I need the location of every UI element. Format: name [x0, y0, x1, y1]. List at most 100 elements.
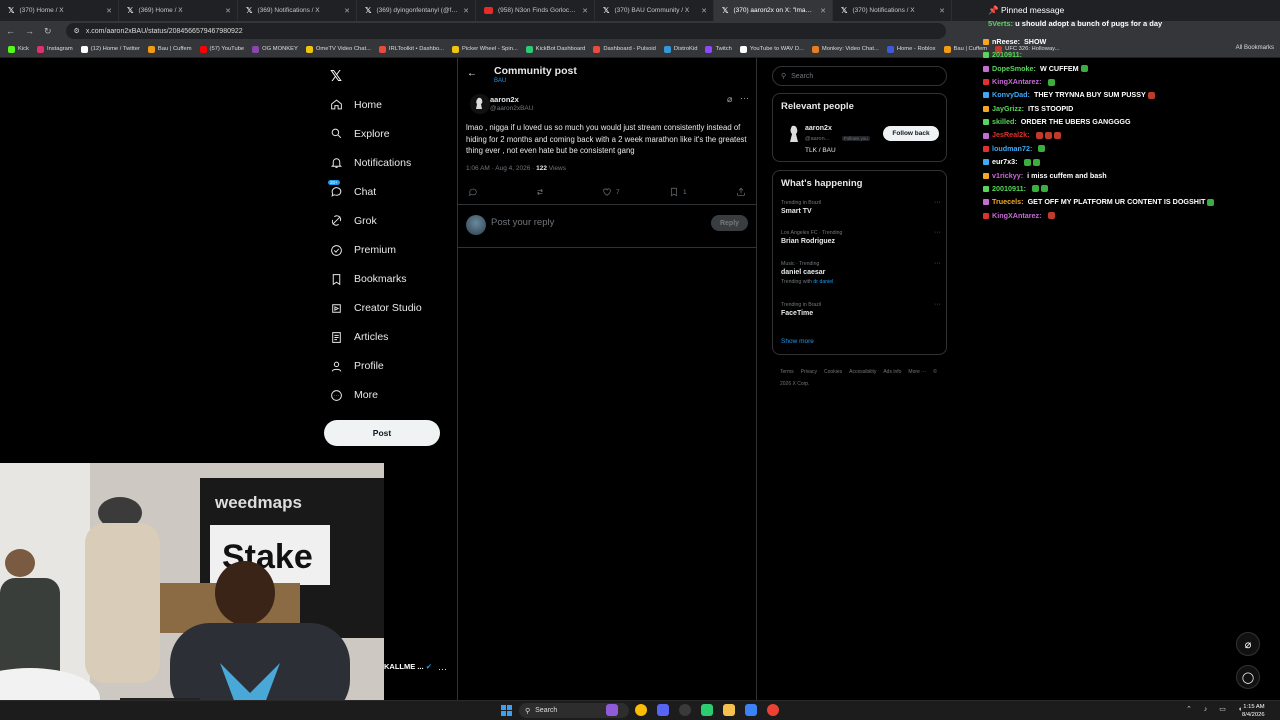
bookmark-item[interactable]: Monkey: Video Chat...: [808, 45, 883, 53]
chat-username[interactable]: JayGrizz:: [992, 104, 1024, 113]
footer-link[interactable]: Terms: [780, 369, 794, 375]
chat-username[interactable]: Truecels:: [992, 197, 1024, 206]
show-more-link[interactable]: Show more: [781, 338, 814, 345]
browser-tab[interactable]: 𝕏 (370) aaron2x on X: "lmao , nig ✕: [714, 0, 833, 21]
tab-close-icon[interactable]: ✕: [463, 7, 469, 15]
chat-username[interactable]: KonvyDad:: [992, 90, 1030, 99]
footer-link[interactable]: Privacy: [801, 369, 817, 375]
taskbar-app-icon[interactable]: [745, 704, 757, 716]
reply-input[interactable]: Post your reply: [491, 217, 554, 228]
nav-item-explore[interactable]: Explore: [330, 119, 422, 148]
trend-item[interactable]: Trending in Brazil Smart TV ···: [781, 199, 941, 217]
bookmark-action[interactable]: 1: [669, 187, 687, 197]
tab-close-icon[interactable]: ✕: [225, 7, 231, 15]
author-avatar[interactable]: [470, 94, 490, 114]
browser-tab[interactable]: 𝕏 (369) Home / X ✕: [119, 0, 238, 21]
follow-back-button[interactable]: Follow back: [883, 126, 939, 141]
community-link[interactable]: BAU: [494, 78, 506, 84]
post-button[interactable]: Post: [324, 420, 440, 446]
nav-item-chat[interactable]: 20+ Chat: [328, 177, 422, 206]
browser-tab[interactable]: 𝕏 (370) Notifications / X ✕: [833, 0, 952, 21]
chat-username[interactable]: JesReal2k:: [992, 130, 1030, 139]
browser-tab[interactable]: 𝕏 (370) Home / X ✕: [0, 0, 119, 21]
account-switcher-name[interactable]: KALLME ... ✔: [384, 662, 432, 671]
reload-icon[interactable]: ↻: [44, 26, 52, 37]
bookmark-item[interactable]: Instagram: [33, 45, 77, 53]
tab-close-icon[interactable]: ✕: [106, 7, 112, 15]
trend-item[interactable]: Trending in Brazil FaceTime ···: [781, 301, 941, 319]
chat-username[interactable]: KingXAntarez:: [992, 77, 1042, 86]
forward-nav-icon[interactable]: →: [25, 26, 34, 36]
footer-link[interactable]: Cookies: [824, 369, 842, 375]
tab-close-icon[interactable]: ✕: [344, 7, 350, 15]
grok-bubble-icon[interactable]: ⌀: [1236, 632, 1260, 656]
share-action[interactable]: [736, 187, 746, 197]
trend-more-icon[interactable]: ···: [934, 229, 941, 236]
url-field[interactable]: ⚙ x.com/aaron2xBAU/status/20845665794679…: [65, 23, 946, 39]
nav-item-profile[interactable]: Profile: [330, 352, 422, 381]
chat-username[interactable]: KingXAntarez:: [992, 211, 1042, 220]
nav-item-creator-studio[interactable]: Creator Studio: [330, 294, 422, 323]
chat-username[interactable]: nReese:: [992, 37, 1020, 46]
nav-item-home[interactable]: Home: [330, 90, 422, 119]
bookmark-item[interactable]: Home - Roblox: [883, 45, 940, 53]
trend-more-icon[interactable]: ···: [934, 260, 941, 267]
account-more-icon[interactable]: ···: [438, 664, 447, 674]
footer-link[interactable]: Accessibility: [849, 369, 876, 375]
like-action[interactable]: 7: [602, 187, 620, 197]
chat-username[interactable]: loudman72:: [992, 144, 1032, 153]
chat-username[interactable]: 20010911:: [992, 184, 1026, 193]
repost-action[interactable]: [535, 187, 545, 197]
nav-item-more[interactable]: More: [330, 381, 422, 410]
chrome-icon[interactable]: [635, 704, 647, 716]
site-info-icon[interactable]: ⚙: [74, 27, 80, 35]
reply-action[interactable]: [468, 187, 478, 197]
trend-more-icon[interactable]: ···: [934, 199, 941, 206]
trend-item[interactable]: Music · Trending daniel caesar Trending wi…: [781, 260, 941, 287]
trend-more-icon[interactable]: ···: [934, 301, 941, 308]
bookmark-item[interactable]: KickBot Dashboard: [522, 45, 590, 53]
nav-item-notifications[interactable]: Notifications: [330, 148, 422, 177]
tab-close-icon[interactable]: ✕: [820, 7, 826, 15]
obs-icon[interactable]: [679, 704, 691, 716]
my-avatar[interactable]: [466, 215, 486, 235]
bookmark-item[interactable]: Twitch: [701, 45, 735, 53]
tab-close-icon[interactable]: ✕: [939, 7, 945, 15]
bookmark-item[interactable]: OmeTV Video Chat...: [302, 45, 375, 53]
grok-icon[interactable]: ⌀: [727, 94, 732, 105]
discord-icon[interactable]: [657, 704, 669, 716]
bookmark-item[interactable]: IRLToolkit • Dashbo...: [375, 45, 448, 53]
nav-item-articles[interactable]: Articles: [330, 323, 422, 352]
bookmark-item[interactable]: DistroKid: [660, 45, 702, 53]
trend-item[interactable]: Los Angeles FC · Trending Brian Rodriguez…: [781, 229, 941, 247]
nav-item-premium[interactable]: Premium: [330, 235, 422, 264]
chat-username[interactable]: DopeSmoke:: [992, 64, 1036, 73]
taskbar-app-icon[interactable]: [606, 704, 618, 716]
author-name[interactable]: aaron2x: [490, 95, 519, 104]
browser-tab[interactable]: 𝕏 (369) Notifications / X ✕: [238, 0, 357, 21]
browser-tab[interactable]: 𝕏 (369) dyingonfentanyl (@fenta ✕: [357, 0, 476, 21]
chat-username[interactable]: skilled:: [992, 117, 1017, 126]
bookmark-item[interactable]: OG MONKEY: [248, 45, 302, 53]
reply-button[interactable]: Reply: [711, 215, 748, 231]
browser-tab[interactable]: (958) N3on Finds Gorlock Love ✕: [476, 0, 595, 21]
bookmark-item[interactable]: Picker Wheel - Spin...: [448, 45, 522, 53]
bookmark-item[interactable]: (57) YouTube: [196, 45, 249, 53]
chrome-icon[interactable]: [767, 704, 779, 716]
bookmark-item[interactable]: (12) Home / Twitter: [77, 45, 144, 53]
tab-close-icon[interactable]: ✕: [582, 7, 588, 15]
post-timestamp[interactable]: 1:06 AM · Aug 4, 2026 ·: [466, 165, 536, 172]
file-explorer-icon[interactable]: [723, 704, 735, 716]
bookmark-item[interactable]: Kick: [4, 45, 33, 53]
search-input[interactable]: ⚲ Search: [772, 66, 947, 86]
back-nav-icon[interactable]: ←: [6, 26, 15, 36]
nav-item-bookmarks[interactable]: Bookmarks: [330, 265, 422, 294]
windows-start-icon[interactable]: [501, 705, 512, 716]
bookmark-item[interactable]: YouTube to WAV D...: [736, 45, 808, 53]
taskbar-app-icon[interactable]: [701, 704, 713, 716]
messages-bubble-icon[interactable]: ◯: [1236, 665, 1260, 689]
back-arrow-icon[interactable]: ←: [467, 68, 477, 79]
chat-username[interactable]: 2010911:: [992, 50, 1022, 59]
bookmark-item[interactable]: Dashboard - Pulsoid: [589, 45, 660, 53]
nav-item-grok[interactable]: Grok: [330, 206, 422, 235]
